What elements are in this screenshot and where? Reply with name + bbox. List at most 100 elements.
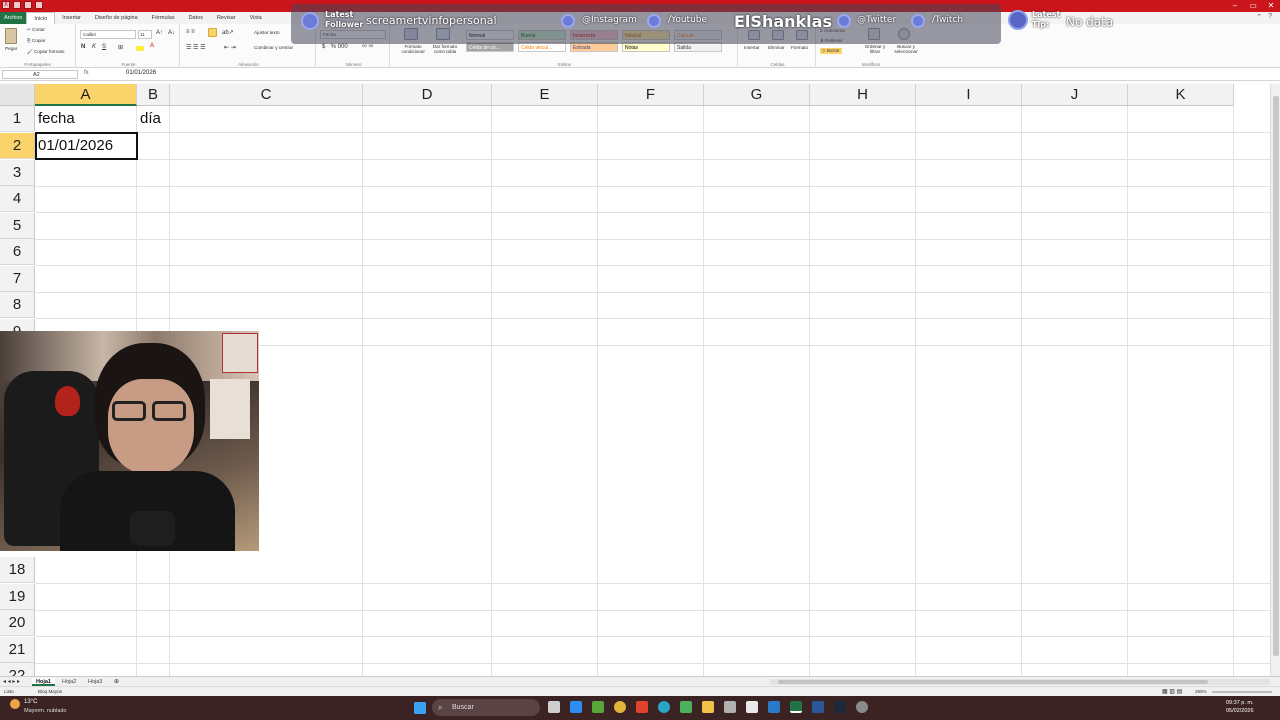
format-button[interactable]: Formato	[791, 45, 808, 50]
task-view-icon[interactable]	[548, 701, 560, 713]
fx-icon[interactable]: fx	[84, 70, 89, 76]
bold-button[interactable]: N	[81, 44, 85, 50]
row-header-21[interactable]: 21	[0, 637, 35, 663]
row-header-8[interactable]: 8	[0, 292, 35, 318]
row-header-4[interactable]: 4	[0, 186, 35, 212]
tab-formulas[interactable]: Fórmulas	[145, 12, 182, 24]
column-header-g[interactable]: G	[704, 84, 810, 106]
column-header-j[interactable]: J	[1022, 84, 1128, 106]
excel-taskbar-icon[interactable]	[790, 701, 802, 713]
minimize-ribbon-icon[interactable]: ⌃	[1256, 13, 1262, 21]
wrap-text-button[interactable]: Ajustar texto	[254, 30, 280, 35]
paste-icon[interactable]	[5, 28, 17, 44]
sheet-tab-hoja2[interactable]: Hoja2	[58, 678, 80, 686]
clear-button[interactable]: ◇ Borrar	[820, 48, 842, 54]
steam-icon[interactable]	[834, 701, 846, 713]
column-header-a[interactable]: A	[35, 84, 137, 106]
undo-icon[interactable]	[24, 1, 32, 9]
active-cell-selection[interactable]	[35, 132, 138, 160]
formula-input[interactable]: 01/01/2026	[126, 70, 156, 76]
horizontal-scrollbar[interactable]	[770, 679, 1270, 685]
font-color-icon[interactable]: A	[150, 43, 154, 49]
app-icon-3[interactable]	[680, 701, 692, 713]
font-name-select[interactable]: Calibri	[80, 30, 136, 39]
weather-icon[interactable]	[10, 699, 20, 709]
tab-page-layout[interactable]: Diseño de página	[88, 12, 145, 24]
cell-b1[interactable]: día	[137, 106, 170, 132]
find-select-button[interactable]: Buscar y seleccionar	[890, 44, 922, 54]
align-bottom-icon[interactable]	[208, 28, 217, 37]
column-header-d[interactable]: D	[363, 84, 492, 106]
calculator-icon[interactable]	[724, 701, 736, 713]
underline-button[interactable]: S	[102, 44, 106, 50]
row-header-2[interactable]: 2	[0, 133, 35, 159]
app-icon-1[interactable]	[570, 701, 582, 713]
minimize-icon[interactable]: –	[1230, 1, 1240, 10]
select-all-corner[interactable]	[0, 84, 35, 106]
new-sheet-icon[interactable]: ⊕	[114, 678, 119, 685]
sort-filter-button[interactable]: Ordenar y filtrar	[862, 44, 888, 54]
app-icon-5[interactable]	[768, 701, 780, 713]
row-header-6[interactable]: 6	[0, 239, 35, 265]
sheet-tab-hoja1[interactable]: Hoja1	[32, 678, 55, 686]
brave-icon[interactable]	[636, 701, 648, 713]
weather-desc[interactable]: Mayorm. nublado	[24, 708, 67, 714]
taskbar-time[interactable]: 09:37 p. m.	[1226, 700, 1254, 706]
row-header-18[interactable]: 18	[0, 557, 35, 583]
sheet-nav-icon[interactable]: ◂ ◂ ▸ ▸	[3, 678, 20, 685]
view-mode-icons[interactable]: ▦ ▥ ▤	[1162, 688, 1182, 695]
column-header-i[interactable]: I	[916, 84, 1022, 106]
save-icon[interactable]	[13, 1, 21, 9]
chrome-icon[interactable]	[614, 701, 626, 713]
conditional-format-button[interactable]: Formato condicional	[396, 44, 430, 54]
sheet-tab-hoja3[interactable]: Hoja3	[84, 678, 106, 686]
row-header-19[interactable]: 19	[0, 584, 35, 610]
shrink-font-icon[interactable]: A↓	[168, 30, 175, 36]
row-header-22[interactable]: 22	[0, 663, 35, 676]
orientation-icon[interactable]: ab↗	[222, 29, 234, 36]
app-icon-4[interactable]	[746, 701, 758, 713]
taskbar-date[interactable]: 05/02/2026	[1226, 708, 1254, 714]
paste-button[interactable]: Pegar	[5, 46, 17, 51]
vertical-scrollbar[interactable]	[1270, 84, 1280, 676]
decimal-icon[interactable]: ⁰⁰ ⁰⁰	[362, 44, 373, 51]
tab-file[interactable]: Archivo	[0, 12, 27, 24]
obs-icon[interactable]	[856, 701, 868, 713]
column-header-f[interactable]: F	[598, 84, 704, 106]
zoom-level[interactable]: 265%	[1195, 689, 1207, 694]
app-icon-2[interactable]	[592, 701, 604, 713]
fill-color-icon[interactable]	[136, 46, 144, 51]
italic-button[interactable]: K	[92, 44, 96, 50]
row-header-1[interactable]: 1	[0, 106, 35, 132]
redo-icon[interactable]	[35, 1, 43, 9]
copy-button[interactable]: ⎘ Copiar	[27, 38, 46, 43]
name-box[interactable]: A2	[2, 70, 78, 79]
grow-font-icon[interactable]: A↑	[156, 30, 163, 36]
vertical-scroll-thumb[interactable]	[1273, 96, 1279, 656]
row-header-5[interactable]: 5	[0, 213, 35, 239]
row-header-20[interactable]: 20	[0, 610, 35, 636]
column-header-k[interactable]: K	[1128, 84, 1234, 106]
cell-a1[interactable]: fecha	[35, 106, 137, 132]
close-icon[interactable]: ✕	[1266, 1, 1276, 10]
align-top-icon[interactable]: ≡ ≡	[186, 29, 195, 35]
delete-button[interactable]: Eliminar	[768, 45, 785, 50]
taskbar-search[interactable]: ⌕ Buscar	[432, 699, 540, 716]
cut-button[interactable]: ✂ Cortar	[27, 27, 45, 33]
word-icon[interactable]	[812, 701, 824, 713]
tab-home[interactable]: Inicio	[26, 12, 56, 24]
weather-temp[interactable]: 13°C	[24, 699, 37, 705]
edge-icon[interactable]	[658, 701, 670, 713]
file-explorer-icon[interactable]	[702, 701, 714, 713]
align-left-icon[interactable]: ☰ ☰ ☰	[186, 44, 205, 51]
horizontal-scroll-thumb[interactable]	[778, 680, 1208, 684]
tab-review[interactable]: Revisar	[210, 12, 243, 24]
column-header-c[interactable]: C	[170, 84, 363, 106]
indent-icon[interactable]: ⇤ ⇥	[224, 44, 236, 51]
windows-start-icon[interactable]	[414, 702, 426, 714]
font-size-select[interactable]: 11	[138, 30, 152, 39]
help-icon[interactable]: ?	[1268, 13, 1272, 21]
restore-icon[interactable]: ▭	[1248, 1, 1258, 10]
column-header-e[interactable]: E	[492, 84, 598, 106]
merge-center-button[interactable]: Combinar y centrar	[254, 45, 293, 50]
